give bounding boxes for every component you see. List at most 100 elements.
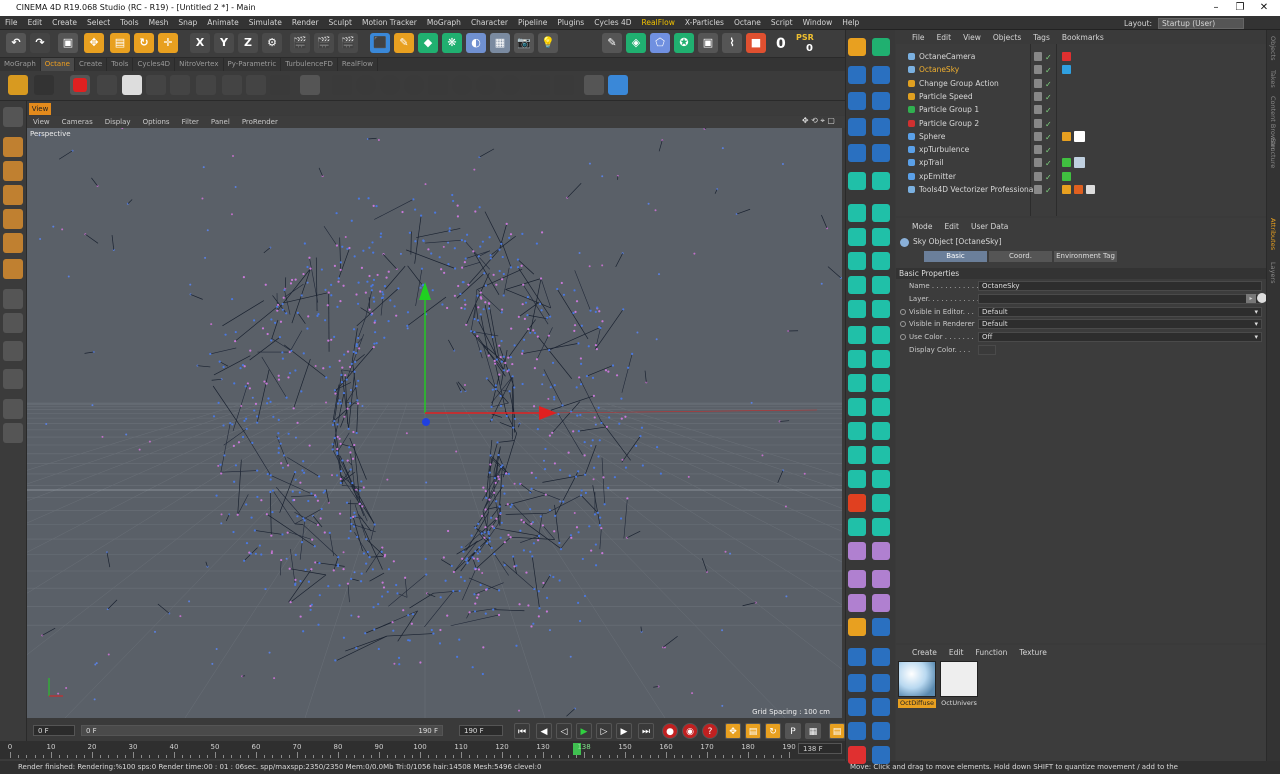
xp-tool-icon[interactable] xyxy=(872,674,890,692)
xp-tool-icon[interactable] xyxy=(848,92,866,110)
cube-icon[interactable]: ⬛ xyxy=(370,33,390,53)
xp-tool-icon[interactable] xyxy=(872,350,890,368)
menu-motion-tracker[interactable]: Motion Tracker xyxy=(357,18,422,27)
deformer-icon[interactable]: ◐ xyxy=(466,33,486,53)
xp-emitter-tag-icon[interactable] xyxy=(1062,171,1071,181)
workplane-icon[interactable] xyxy=(3,185,23,205)
menu-select[interactable]: Select xyxy=(82,18,115,27)
octane-camera-icon[interactable] xyxy=(146,75,166,95)
xp-tool-icon[interactable] xyxy=(872,722,890,740)
scale-icon[interactable]: ▤ xyxy=(110,33,130,53)
object-row[interactable]: Sphere ✓ xyxy=(896,130,1266,143)
menu-x-particles[interactable]: X-Particles xyxy=(680,18,729,27)
octane-env-icon[interactable] xyxy=(122,75,142,95)
attribute-value[interactable]: Default ▾ xyxy=(978,306,1262,317)
magnet-icon[interactable] xyxy=(3,369,23,389)
end-frame-field[interactable]: 190 F xyxy=(459,725,503,736)
xp-tool-icon[interactable] xyxy=(872,144,890,162)
xp-tool-icon[interactable] xyxy=(848,276,866,294)
key-param-icon[interactable]: P xyxy=(785,723,801,739)
xp-tool-icon[interactable] xyxy=(872,594,890,612)
objects-menu-tags[interactable]: Tags xyxy=(1027,33,1056,42)
xp-tool-icon[interactable] xyxy=(848,228,866,246)
xp-tool-icon[interactable] xyxy=(872,118,890,136)
object-name[interactable]: Sphere xyxy=(919,130,945,143)
object-name[interactable]: Particle Speed xyxy=(919,90,973,103)
xp-tool-icon[interactable] xyxy=(848,38,866,56)
xp-paint-icon[interactable]: ✎ xyxy=(602,33,622,53)
menu-help[interactable]: Help xyxy=(837,18,864,27)
objects-menu-view[interactable]: View xyxy=(957,33,987,42)
layer-swatch[interactable] xyxy=(1034,65,1042,75)
xp-tool-icon[interactable] xyxy=(872,542,890,560)
menu-file[interactable]: File xyxy=(0,18,23,27)
keyframe-help-icon[interactable]: ? xyxy=(702,723,718,739)
visibility-check-icon[interactable]: ✓ xyxy=(1045,64,1052,77)
xp-tool-icon[interactable] xyxy=(872,172,890,190)
octane-diffuse-icon[interactable] xyxy=(196,75,216,95)
octane-camera-tag-icon[interactable] xyxy=(1062,52,1071,61)
timeline-ruler[interactable]: 138 138 F 0 10 20 30 40 50 60 70 80 90 100 110 120 13… xyxy=(0,741,846,759)
layer-arrow-icon[interactable]: ▸ xyxy=(1246,294,1256,303)
xp-tool-icon[interactable] xyxy=(848,326,866,344)
attributes-menu-user-data[interactable]: User Data xyxy=(965,222,1014,231)
tab-octane[interactable]: Octane xyxy=(40,58,75,71)
pen-icon[interactable]: ✎ xyxy=(394,33,414,53)
xp-red-icon[interactable] xyxy=(848,746,866,764)
visibility-check-icon[interactable]: ✓ xyxy=(1045,78,1052,91)
xp-tool-icon[interactable] xyxy=(872,252,890,270)
object-row[interactable]: Particle Group 2 ✓ xyxy=(896,117,1266,130)
material-swatch[interactable] xyxy=(940,661,978,697)
menu-character[interactable]: Character xyxy=(466,18,513,27)
z-axis-handle[interactable] xyxy=(422,418,430,426)
side-tab-structure[interactable]: Structure xyxy=(1269,138,1277,168)
xp-tool-icon[interactable] xyxy=(872,422,890,440)
texture-tag-icon[interactable] xyxy=(1074,130,1085,142)
visibility-check-icon[interactable]: ✓ xyxy=(1045,91,1052,104)
xp-tool-icon[interactable] xyxy=(872,698,890,716)
object-name[interactable]: xpTrail xyxy=(919,156,944,169)
xp-tool-icon[interactable] xyxy=(872,66,890,84)
side-tab-layers[interactable]: Layers xyxy=(1269,262,1277,284)
xp-domain-icon[interactable]: ⬠ xyxy=(650,33,670,53)
tab-create[interactable]: Create xyxy=(75,58,108,71)
prev-frame-icon[interactable]: ◁ xyxy=(556,723,572,739)
metal-sphere-icon[interactable] xyxy=(452,75,472,95)
record-icon[interactable]: ● xyxy=(662,723,678,739)
polygons-mode-icon[interactable] xyxy=(3,259,23,279)
objects-menu-file[interactable]: File xyxy=(906,33,931,42)
octane-specular-icon[interactable] xyxy=(246,75,266,95)
xp-fire-icon[interactable] xyxy=(848,618,866,636)
xp-tool-icon[interactable] xyxy=(848,698,866,716)
octane-glossy-icon[interactable] xyxy=(222,75,242,95)
layer-swatch[interactable] xyxy=(1034,158,1042,168)
object-name[interactable]: xpTurbulence xyxy=(919,143,969,156)
array-icon[interactable]: ❋ xyxy=(442,33,462,53)
xp-tool-icon[interactable] xyxy=(848,470,866,488)
layout-dropdown[interactable]: Startup (User) xyxy=(1158,17,1244,29)
xp-tool-icon[interactable] xyxy=(872,398,890,416)
menu-animate[interactable]: Animate xyxy=(202,18,243,27)
xp-tool-icon[interactable] xyxy=(872,38,890,56)
attr-tab-environment-tag[interactable]: Environment Tag xyxy=(1054,251,1117,262)
tab-turbulencefd[interactable]: TurbulenceFD xyxy=(281,58,338,71)
object-row[interactable]: OctaneSky ✓ xyxy=(896,63,1266,76)
key-pla-icon[interactable]: ▦ xyxy=(805,723,821,739)
object-row[interactable]: xpEmitter ✓ xyxy=(896,170,1266,183)
minimize-icon[interactable]: – xyxy=(1204,0,1228,16)
attr-tab-basic[interactable]: Basic xyxy=(924,251,987,262)
tab-nitrovertex[interactable]: NitroVertex xyxy=(175,58,224,71)
object-name[interactable]: OctaneCamera xyxy=(919,50,975,63)
layer-swatch[interactable] xyxy=(1034,78,1042,88)
layer-swatch[interactable] xyxy=(1034,131,1042,141)
select-icon[interactable]: ✛ xyxy=(158,33,178,53)
menu-plugins[interactable]: Plugins xyxy=(552,18,589,27)
xp-generator-icon[interactable]: ✪ xyxy=(674,33,694,53)
menu-mograph[interactable]: MoGraph xyxy=(422,18,466,27)
edges-mode-icon[interactable] xyxy=(3,233,23,253)
layer-swatch[interactable] xyxy=(1034,105,1042,115)
menu-script[interactable]: Script xyxy=(766,18,798,27)
tab-tools[interactable]: Tools xyxy=(107,58,134,71)
attributes-menu-mode[interactable]: Mode xyxy=(906,222,938,231)
xp-tool-icon[interactable] xyxy=(872,92,890,110)
